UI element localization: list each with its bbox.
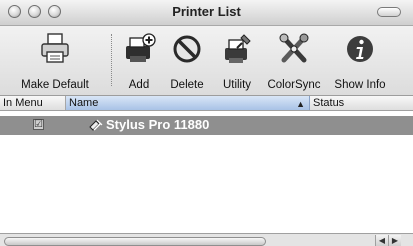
colorsync-icon <box>279 33 309 63</box>
utility-label: Utility <box>222 79 252 91</box>
info-icon <box>347 36 373 62</box>
printer-default-icon <box>41 33 69 63</box>
column-header-name-label: Name <box>69 97 99 109</box>
title-bar: Printer List <box>0 0 413 26</box>
table-header: In Menu Name ▲ Status <box>0 96 413 111</box>
horizontal-scrollbar[interactable]: ◀ ▶ <box>0 233 413 246</box>
column-header-name[interactable]: Name ▲ <box>66 96 310 110</box>
utility-icon <box>225 34 251 63</box>
toolbar-toggle-button[interactable] <box>377 7 401 17</box>
delete-label: Delete <box>170 79 204 91</box>
in-menu-checkbox[interactable]: ☑ <box>33 119 44 130</box>
add-button[interactable]: Add <box>117 26 161 95</box>
printer-name: Stylus Pro 11880 <box>106 117 210 132</box>
show-info-button[interactable]: Show Info <box>328 26 392 95</box>
add-label: Add <box>128 79 150 91</box>
show-info-label: Show Info <box>334 79 386 91</box>
colorsync-button[interactable]: ColorSync <box>262 26 326 95</box>
column-header-status[interactable]: Status <box>310 96 413 110</box>
utility-button[interactable]: Utility <box>212 26 262 95</box>
scrollbar-thumb[interactable] <box>4 237 266 246</box>
delete-button[interactable]: Delete <box>164 26 210 95</box>
window-title: Printer List <box>172 4 241 19</box>
column-header-in-menu[interactable]: In Menu <box>0 96 66 110</box>
scroll-right-icon[interactable]: ▶ <box>388 235 401 246</box>
add-printer-icon <box>126 33 156 62</box>
printer-list-window: Printer List Make Default Add Delete Uti… <box>0 0 413 246</box>
scroll-left-icon[interactable]: ◀ <box>375 235 388 246</box>
toolbar-separator <box>111 34 112 86</box>
table-row[interactable]: ☑ Stylus Pro 11880 <box>0 116 413 135</box>
printer-table: ☑ Stylus Pro 11880 <box>0 111 413 233</box>
delete-icon <box>173 35 201 63</box>
make-default-label: Make Default <box>21 79 89 91</box>
colorsync-label: ColorSync <box>267 79 321 91</box>
printer-status-icon <box>89 119 103 131</box>
make-default-button[interactable]: Make Default <box>0 26 110 95</box>
sort-ascending-icon: ▲ <box>296 99 305 109</box>
toolbar: Make Default Add Delete Utility ColorSyn… <box>0 26 413 96</box>
